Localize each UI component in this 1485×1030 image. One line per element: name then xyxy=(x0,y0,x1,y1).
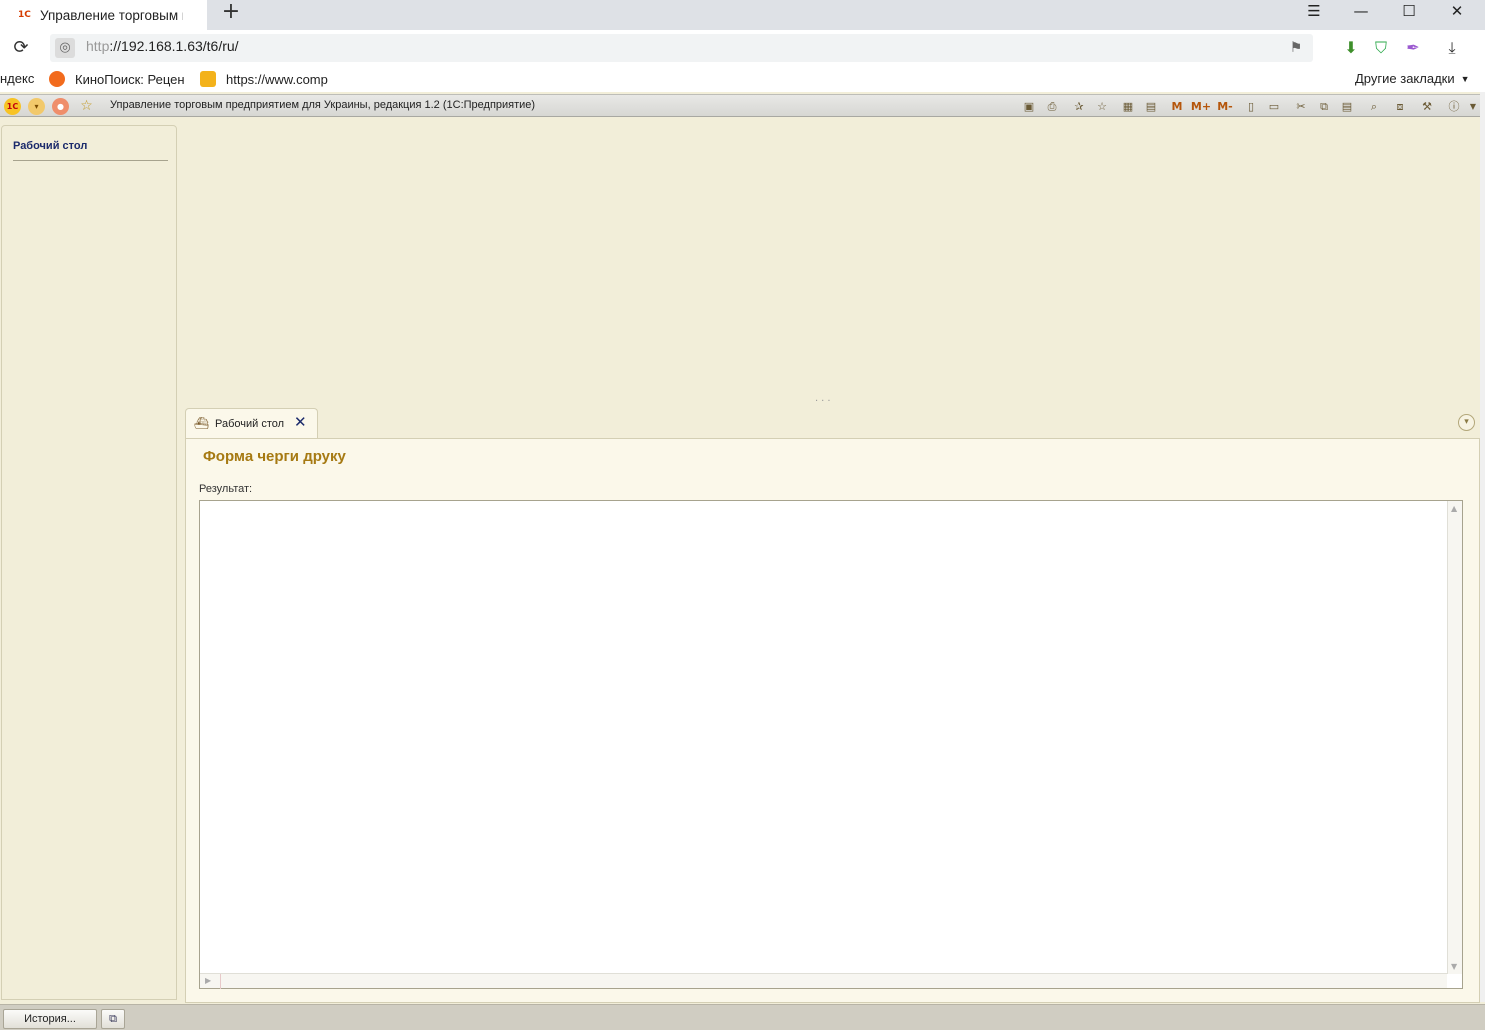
tab-label: Рабочий стол xyxy=(215,418,285,430)
print-queue-form: Форма черги друку Результат: ▲ ▼ ▶ xyxy=(185,438,1480,1003)
extension-download-helper-icon[interactable]: ⬇ xyxy=(1339,36,1363,60)
chevron-down-icon[interactable]: ▾ xyxy=(1458,414,1475,431)
tools-icon[interactable]: ⚒ xyxy=(1418,98,1436,115)
scroll-up-icon[interactable]: ▲ xyxy=(1451,504,1457,513)
scrollbar-divider xyxy=(220,974,221,989)
bookmark-flag-icon[interactable]: ⚑ xyxy=(1287,38,1305,58)
copy-icon[interactable]: ⧉ xyxy=(1315,98,1333,115)
minimize-icon[interactable]: — xyxy=(1337,0,1385,24)
desktop-icon: ⛴ xyxy=(194,416,210,430)
calculator-icon[interactable]: ▦ xyxy=(1119,98,1137,115)
bookmark-comp[interactable]: https://www.comp xyxy=(200,71,328,87)
scroll-right-icon[interactable]: ▶ xyxy=(205,976,211,985)
splitter-grip[interactable]: ··· xyxy=(815,396,834,407)
downloads-icon[interactable]: ⤓ xyxy=(1440,36,1464,60)
other-bookmarks[interactable]: Другие закладки ▼ xyxy=(1355,71,1470,86)
sections-panel: Рабочий стол xyxy=(1,125,177,1000)
extension-feather-icon[interactable]: ✒ xyxy=(1401,36,1425,60)
onec-application: 1С ▾ ● ☆ Управление торговым предприятие… xyxy=(0,92,1485,1030)
bookmarks-bar: ндекс КиноПоиск: Рецен https://www.comp … xyxy=(0,66,1485,92)
form-title: Форма черги друку xyxy=(203,448,346,465)
onec-favicon-icon: 1С xyxy=(18,10,31,20)
close-window-icon[interactable]: ✕ xyxy=(1433,0,1481,24)
memory-m-button[interactable]: M xyxy=(1166,98,1188,115)
sidebar-item-desktop[interactable]: Рабочий стол xyxy=(13,140,87,152)
bookmark-label: https://www.comp xyxy=(226,71,328,87)
url-text: http://192.168.1.63/t6/ru/ xyxy=(86,38,239,54)
reload-icon[interactable]: ⟳ xyxy=(10,37,32,59)
onec-logo-icon[interactable]: 1С xyxy=(4,98,21,115)
new-tab-button[interactable]: + xyxy=(219,1,243,25)
main-menu-icon[interactable]: ▾ xyxy=(28,98,45,115)
url-path: ://192.168.1.63/t6/ru/ xyxy=(109,38,239,54)
chevron-down-icon: ▼ xyxy=(1460,73,1470,84)
bookmark-kinopoisk[interactable]: КиноПоиск: Рецен xyxy=(49,71,185,87)
search-icon[interactable]: ⌕ xyxy=(1365,98,1383,115)
status-bar: История... ⧉ xyxy=(0,1004,1485,1030)
globe-icon: ◎ xyxy=(55,38,75,58)
app-title: Управление торговым предприятием для Укр… xyxy=(110,99,536,111)
new-document-icon[interactable]: ▯ xyxy=(1242,98,1260,115)
vertical-scrollbar[interactable]: ▲ ▼ xyxy=(1447,501,1462,974)
bookmark-label: КиноПоиск: Рецен xyxy=(75,71,185,87)
other-bookmarks-label: Другие закладки xyxy=(1355,71,1455,86)
browser-menu-icon[interactable]: ☰ xyxy=(1290,0,1338,24)
favorites-star-icon[interactable]: ☆ xyxy=(78,98,95,115)
page-scrollbar[interactable] xyxy=(1480,92,1485,1002)
address-bar-row: ⟳ ◎ http://192.168.1.63/t6/ru/ ⚑ ⬇ ⛉ ✒ ⤓ xyxy=(0,30,1485,66)
url-protocol: http xyxy=(86,38,110,54)
info-icon[interactable]: ⓘ xyxy=(1445,98,1463,115)
stop-icon[interactable]: ● xyxy=(52,98,69,115)
history-button[interactable]: История... xyxy=(3,1009,97,1029)
tab-desktop[interactable]: ⛴ Рабочий стол ✕ xyxy=(185,408,318,439)
horizontal-scrollbar[interactable]: ▶ xyxy=(200,973,1447,989)
cut-icon[interactable]: ✂ xyxy=(1292,98,1310,115)
open-folder-icon[interactable]: ▭ xyxy=(1265,98,1283,115)
panel-resize-grip[interactable]: ··· xyxy=(179,550,190,574)
app-title-bar: 1С ▾ ● ☆ Управление торговым предприятие… xyxy=(0,94,1485,117)
kinopoisk-icon xyxy=(49,71,65,87)
add-favorite-icon[interactable]: ✰ xyxy=(1070,98,1088,115)
bookmark-label: ндекс xyxy=(0,71,35,86)
windows-icon[interactable]: ⧈ xyxy=(1391,98,1409,115)
browser-tab[interactable]: 1С Управление торговым п xyxy=(0,0,207,30)
maximize-icon[interactable]: ☐ xyxy=(1385,0,1433,24)
comp-site-icon xyxy=(200,71,216,87)
paste-icon[interactable]: ▤ xyxy=(1338,98,1356,115)
scroll-down-icon[interactable]: ▼ xyxy=(1451,962,1457,971)
bookmark-yandex[interactable]: ндекс xyxy=(0,71,34,86)
open-windows-icon[interactable]: ⧉ xyxy=(101,1009,125,1029)
print-icon[interactable]: ⎙ xyxy=(1043,98,1061,115)
sidebar-separator xyxy=(13,160,168,161)
memory-plus-button[interactable]: M+ xyxy=(1190,98,1212,115)
url-input[interactable]: ◎ http://192.168.1.63/t6/ru/ ⚑ xyxy=(50,34,1313,62)
browser-tab-strip: 1С Управление торговым п + ☰ — ☐ ✕ xyxy=(0,0,1485,30)
result-label: Результат: xyxy=(199,483,253,495)
save-icon[interactable]: ▣ xyxy=(1020,98,1038,115)
result-text-field[interactable]: ▲ ▼ ▶ xyxy=(199,500,1463,989)
close-tab-icon[interactable]: ✕ xyxy=(294,414,307,430)
favorites-list-icon[interactable]: ☆ xyxy=(1093,98,1111,115)
browser-tab-title: Управление торговым п xyxy=(40,7,183,23)
memory-minus-button[interactable]: M- xyxy=(1214,98,1236,115)
extension-shield-icon[interactable]: ⛉ xyxy=(1369,36,1393,60)
calendar-icon[interactable]: ▤ xyxy=(1142,98,1160,115)
